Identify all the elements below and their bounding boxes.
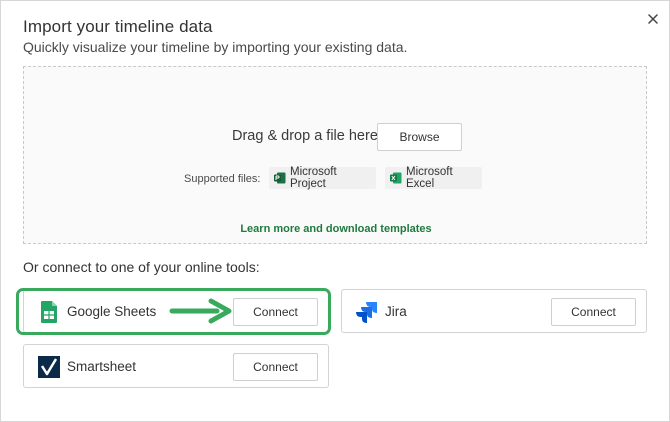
browse-button[interactable]: Browse (377, 123, 462, 151)
learn-more-link[interactable]: Learn more and download templates (24, 223, 648, 235)
tool-card-jira: Jira Connect (341, 289, 647, 333)
connect-button-google-sheets[interactable]: Connect (233, 298, 318, 326)
smartsheet-icon (37, 355, 61, 379)
connect-button-smartsheet[interactable]: Connect (233, 353, 318, 381)
tool-name: Google Sheets (67, 304, 157, 319)
connect-button-jira[interactable]: Connect (551, 298, 636, 326)
tool-name: Smartsheet (67, 359, 137, 374)
file-type-ms-excel: Microsoft Excel (385, 166, 482, 190)
file-type-label: Microsoft Project (290, 166, 337, 190)
jira-icon (355, 300, 379, 324)
online-tools-heading: Or connect to one of your online tools: (23, 259, 260, 275)
ms-project-icon (274, 172, 286, 184)
pointer-arrow-icon (169, 298, 232, 324)
dialog-title: Import your timeline data (23, 17, 213, 36)
import-dialog: Import your timeline data Quickly visual… (0, 0, 670, 422)
file-type-ms-project: Microsoft Project (269, 166, 376, 190)
dialog-subtitle: Quickly visualize your timeline by impor… (23, 39, 408, 55)
tool-card-smartsheet: Smartsheet Connect (23, 344, 329, 388)
supported-files-label: Supported files: (184, 173, 261, 185)
ms-excel-icon (390, 172, 402, 184)
google-sheets-icon (37, 300, 61, 324)
drag-drop-text: Drag & drop a file here or (232, 128, 395, 144)
file-type-label: Microsoft Excel (406, 166, 453, 190)
file-dropzone[interactable]: Drag & drop a file here or Browse Suppor… (23, 66, 647, 244)
tool-name: Jira (385, 304, 407, 319)
close-icon[interactable] (643, 9, 663, 29)
